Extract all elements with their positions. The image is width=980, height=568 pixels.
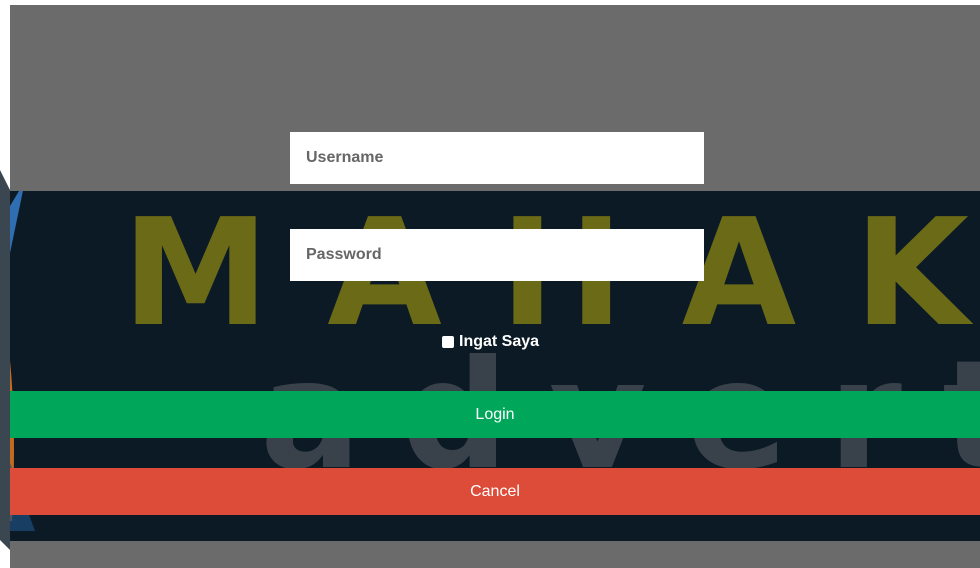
login-panel: MAHAKAR advertisi Ingat Saya Login Cance… [10, 5, 980, 568]
password-input[interactable] [290, 229, 704, 281]
username-input[interactable] [290, 132, 704, 184]
remember-me[interactable]: Ingat Saya [442, 333, 539, 351]
remember-checkbox[interactable] [442, 336, 454, 348]
cancel-button[interactable]: Cancel [10, 468, 980, 515]
remember-label: Ingat Saya [459, 333, 540, 350]
login-page: MAHAKAR advertisi Ingat Saya Login Cance… [0, 0, 980, 568]
login-button[interactable]: Login [10, 391, 980, 438]
